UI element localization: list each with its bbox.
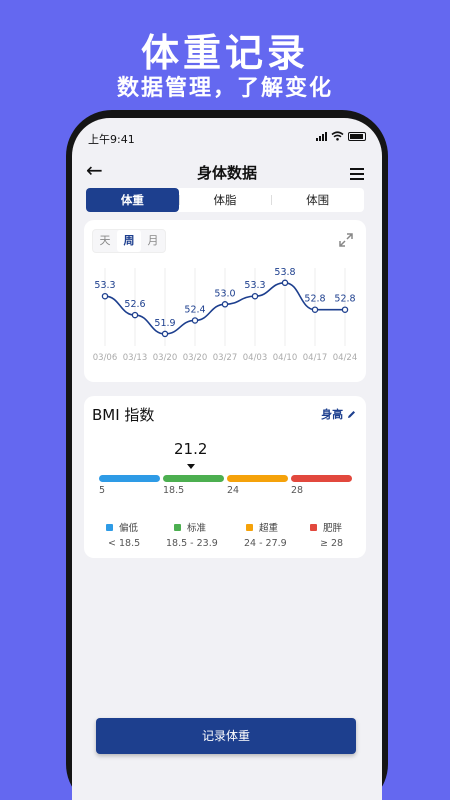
bmi-tick: 28	[291, 485, 304, 496]
chart-x-tick-label: 03/20	[153, 353, 178, 363]
legend-swatch	[174, 524, 181, 531]
legend-label: 超重	[259, 523, 279, 534]
chart-point	[101, 292, 109, 300]
wifi-icon	[331, 131, 344, 141]
height-label: 身高	[321, 408, 344, 421]
tab-circumference[interactable]: 体围	[271, 188, 364, 212]
chart-data-label: 52.4	[184, 304, 205, 315]
legend-label: 标准	[187, 523, 207, 534]
tab-body-fat[interactable]: 体脂	[178, 188, 272, 212]
status-time: 上午9:41	[88, 133, 135, 146]
bmi-bar-overweight	[227, 475, 288, 482]
chart-data-label: 52.6	[124, 299, 145, 310]
chart-data-label: 52.8	[304, 294, 325, 305]
chart-x-tick-label: 03/06	[93, 353, 118, 363]
chart-point	[251, 292, 259, 300]
signal-icon	[316, 131, 327, 141]
legend-label: 肥胖	[323, 523, 343, 534]
chart-x-tick-label: 04/10	[273, 353, 298, 363]
status-icons	[316, 131, 366, 141]
chart-x-tick-label: 03/20	[183, 353, 208, 363]
legend-swatch	[246, 524, 253, 531]
bmi-tick: 18.5	[163, 485, 185, 496]
chart-data-label: 53.3	[244, 280, 265, 291]
weight-chart-card: 天 周 月 53.3 52.6 51.9 52.4 53.0 53.3 53.8 52.8 52…	[84, 220, 366, 382]
weight-line-chart: 53.3 52.6 51.9 52.4 53.0 53.3 53.8 52.8 52.8 03/0…	[93, 267, 358, 363]
range-overweight: 24 - 27.9	[244, 538, 287, 549]
chart-data-label: 52.8	[334, 294, 355, 305]
chart-data-label: 51.9	[154, 318, 175, 329]
legend-swatch	[310, 524, 317, 531]
legend-label: 偏低	[119, 523, 139, 534]
status-bar: 上午9:41	[72, 118, 382, 154]
promo-subtitle: 数据管理，了解变化	[116, 76, 333, 101]
battery-icon	[348, 131, 366, 141]
phone-screen: 上午9:41 ← 身体数据 体重 体脂 体围 天 周 月 53.3 52.6 5…	[72, 118, 382, 800]
chart-point	[191, 317, 199, 324]
chart-point	[311, 306, 319, 313]
chart-x-tick-label: 04/17	[303, 353, 328, 363]
range-obese: ≥ 28	[320, 538, 344, 549]
bmi-tick: 5	[99, 485, 106, 496]
chart-point	[161, 330, 169, 338]
edit-height-link[interactable]: 身高	[321, 406, 356, 422]
record-weight-button[interactable]: 记录体重	[96, 718, 356, 754]
chart-point	[131, 311, 139, 319]
bmi-bar-obese	[291, 475, 352, 482]
legend-underweight: 偏低	[106, 520, 138, 534]
bmi-pointer-icon	[187, 464, 195, 469]
legend-swatch	[106, 524, 113, 531]
metric-tabs: 体重 体脂 体围	[86, 188, 364, 212]
range-normal: 18.5 - 23.9	[166, 538, 218, 549]
bmi-bar-underweight	[99, 475, 160, 482]
legend-normal: 标准	[174, 520, 206, 534]
chart-x-tick-label: 04/24	[333, 353, 358, 363]
bmi-title: BMI 指数	[92, 406, 155, 424]
pencil-icon	[348, 411, 355, 418]
page-title: 身体数据	[196, 164, 257, 182]
range-underweight: < 18.5	[108, 538, 141, 549]
list-menu-icon[interactable]	[350, 168, 364, 180]
bmi-value: 21.2	[174, 440, 208, 458]
tab-weight[interactable]: 体重	[86, 188, 179, 212]
bmi-bar-normal	[163, 475, 224, 482]
chart-data-label: 53.0	[214, 288, 235, 299]
bmi-card: BMI 指数 身高 21.2 5 18.5 24 28 偏低 标准 超重 肥胖 …	[84, 396, 366, 558]
chart-x-tick-label: 03/27	[213, 353, 238, 363]
chart-data-label: 53.3	[94, 280, 115, 291]
chart-point	[281, 279, 289, 287]
chart-data-label: 53.8	[274, 267, 295, 278]
legend-overweight: 超重	[246, 520, 278, 534]
chart-x-tick-label: 03/13	[123, 353, 148, 363]
promo-title: 体重记录	[140, 31, 309, 75]
chart-point	[341, 306, 349, 313]
chart-x-tick-label: 04/03	[243, 353, 268, 363]
chart-point	[221, 301, 229, 308]
bmi-tick: 24	[227, 485, 240, 496]
legend-obese: 肥胖	[310, 520, 342, 534]
